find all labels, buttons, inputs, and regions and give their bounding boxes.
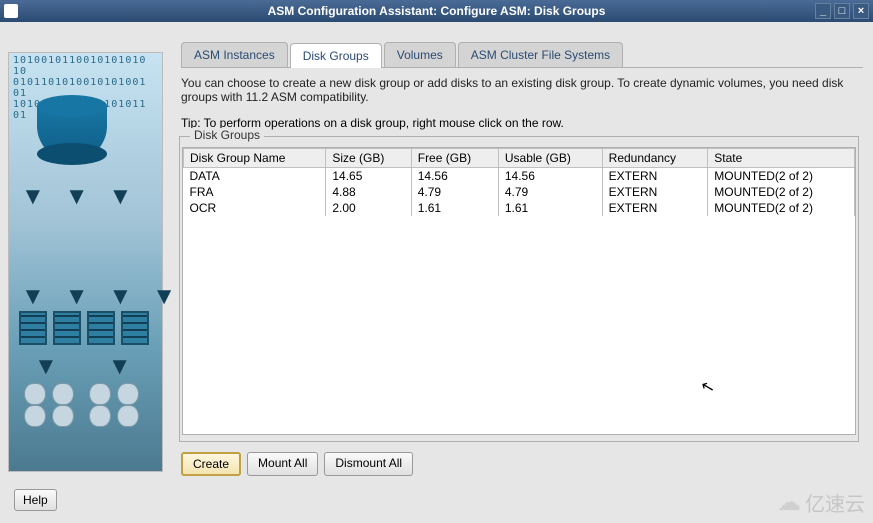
- cell: 14.56: [411, 168, 498, 185]
- table-scroll[interactable]: Disk Group Name Size (GB) Free (GB) Usab…: [182, 147, 856, 435]
- cell: 14.56: [498, 168, 602, 185]
- cell: MOUNTED(2 of 2): [708, 184, 855, 200]
- cell: 2.00: [326, 200, 411, 216]
- cell: EXTERN: [602, 184, 708, 200]
- button-row: Create Mount All Dismount All: [181, 452, 863, 476]
- disk-groups-table: Disk Group Name Size (GB) Free (GB) Usab…: [183, 148, 855, 216]
- col-name[interactable]: Disk Group Name: [184, 149, 326, 168]
- cell: 4.79: [411, 184, 498, 200]
- cell: 1.61: [411, 200, 498, 216]
- watermark: ☁ 亿速云: [777, 488, 865, 517]
- arrows-3: ▼▼: [34, 353, 132, 381]
- col-free[interactable]: Free (GB): [411, 149, 498, 168]
- tabs: ASM Instances Disk Groups Volumes ASM Cl…: [181, 42, 863, 68]
- col-size[interactable]: Size (GB): [326, 149, 411, 168]
- maximize-button[interactable]: □: [834, 3, 850, 19]
- fieldset-legend: Disk Groups: [190, 128, 264, 142]
- cell: MOUNTED(2 of 2): [708, 200, 855, 216]
- description-text: You can choose to create a new disk grou…: [181, 76, 863, 104]
- stack-row: [19, 311, 149, 345]
- table-row[interactable]: OCR 2.00 1.61 1.61 EXTERN MOUNTED(2 of 2…: [184, 200, 855, 216]
- cell: 4.79: [498, 184, 602, 200]
- cell: DATA: [184, 168, 326, 185]
- window-title: ASM Configuration Assistant: Configure A…: [268, 4, 606, 18]
- main-content: ASM Instances Disk Groups Volumes ASM Cl…: [171, 22, 873, 523]
- col-redundancy[interactable]: Redundancy: [602, 149, 708, 168]
- tab-disk-groups[interactable]: Disk Groups: [290, 43, 382, 68]
- cell: FRA: [184, 184, 326, 200]
- arrows-1: ▼▼▼: [21, 183, 132, 211]
- tab-asm-cluster-fs[interactable]: ASM Cluster File Systems: [458, 42, 623, 67]
- cell: 4.88: [326, 184, 411, 200]
- tip-text: Tip: To perform operations on a disk gro…: [181, 116, 863, 130]
- cell: EXTERN: [602, 200, 708, 216]
- disk-groups-fieldset: Disk Groups Disk Group Name Size (GB) Fr…: [179, 136, 859, 442]
- watermark-label: 亿速云: [805, 488, 865, 517]
- cyl-row-4: [89, 405, 139, 427]
- close-button[interactable]: ×: [853, 3, 869, 19]
- sidebar-decoration: 1010010110010101010100101101010010101001…: [8, 52, 163, 472]
- mount-all-button[interactable]: Mount All: [247, 452, 318, 476]
- table-row[interactable]: DATA 14.65 14.56 14.56 EXTERN MOUNTED(2 …: [184, 168, 855, 185]
- app-icon: [4, 4, 18, 18]
- cell: OCR: [184, 200, 326, 216]
- cyl-row-3: [24, 405, 74, 427]
- cyl-row-2: [89, 383, 139, 405]
- cell: 14.65: [326, 168, 411, 185]
- dismount-all-button[interactable]: Dismount All: [324, 452, 413, 476]
- table-header-row: Disk Group Name Size (GB) Free (GB) Usab…: [184, 149, 855, 168]
- tab-asm-instances[interactable]: ASM Instances: [181, 42, 288, 67]
- window-controls: _ □ ×: [815, 3, 869, 19]
- tab-volumes[interactable]: Volumes: [384, 42, 456, 67]
- create-button[interactable]: Create: [181, 452, 241, 476]
- title-bar: ASM Configuration Assistant: Configure A…: [0, 0, 873, 22]
- cloud-icon: ☁: [777, 488, 801, 517]
- cell: MOUNTED(2 of 2): [708, 168, 855, 185]
- disk-graphic: [37, 95, 107, 165]
- minimize-button[interactable]: _: [815, 3, 831, 19]
- cyl-row-1: [24, 383, 74, 405]
- cell: EXTERN: [602, 168, 708, 185]
- help-button[interactable]: Help: [14, 489, 57, 511]
- table-row[interactable]: FRA 4.88 4.79 4.79 EXTERN MOUNTED(2 of 2…: [184, 184, 855, 200]
- cell: 1.61: [498, 200, 602, 216]
- col-usable[interactable]: Usable (GB): [498, 149, 602, 168]
- arrows-2: ▼▼▼▼: [21, 283, 176, 311]
- col-state[interactable]: State: [708, 149, 855, 168]
